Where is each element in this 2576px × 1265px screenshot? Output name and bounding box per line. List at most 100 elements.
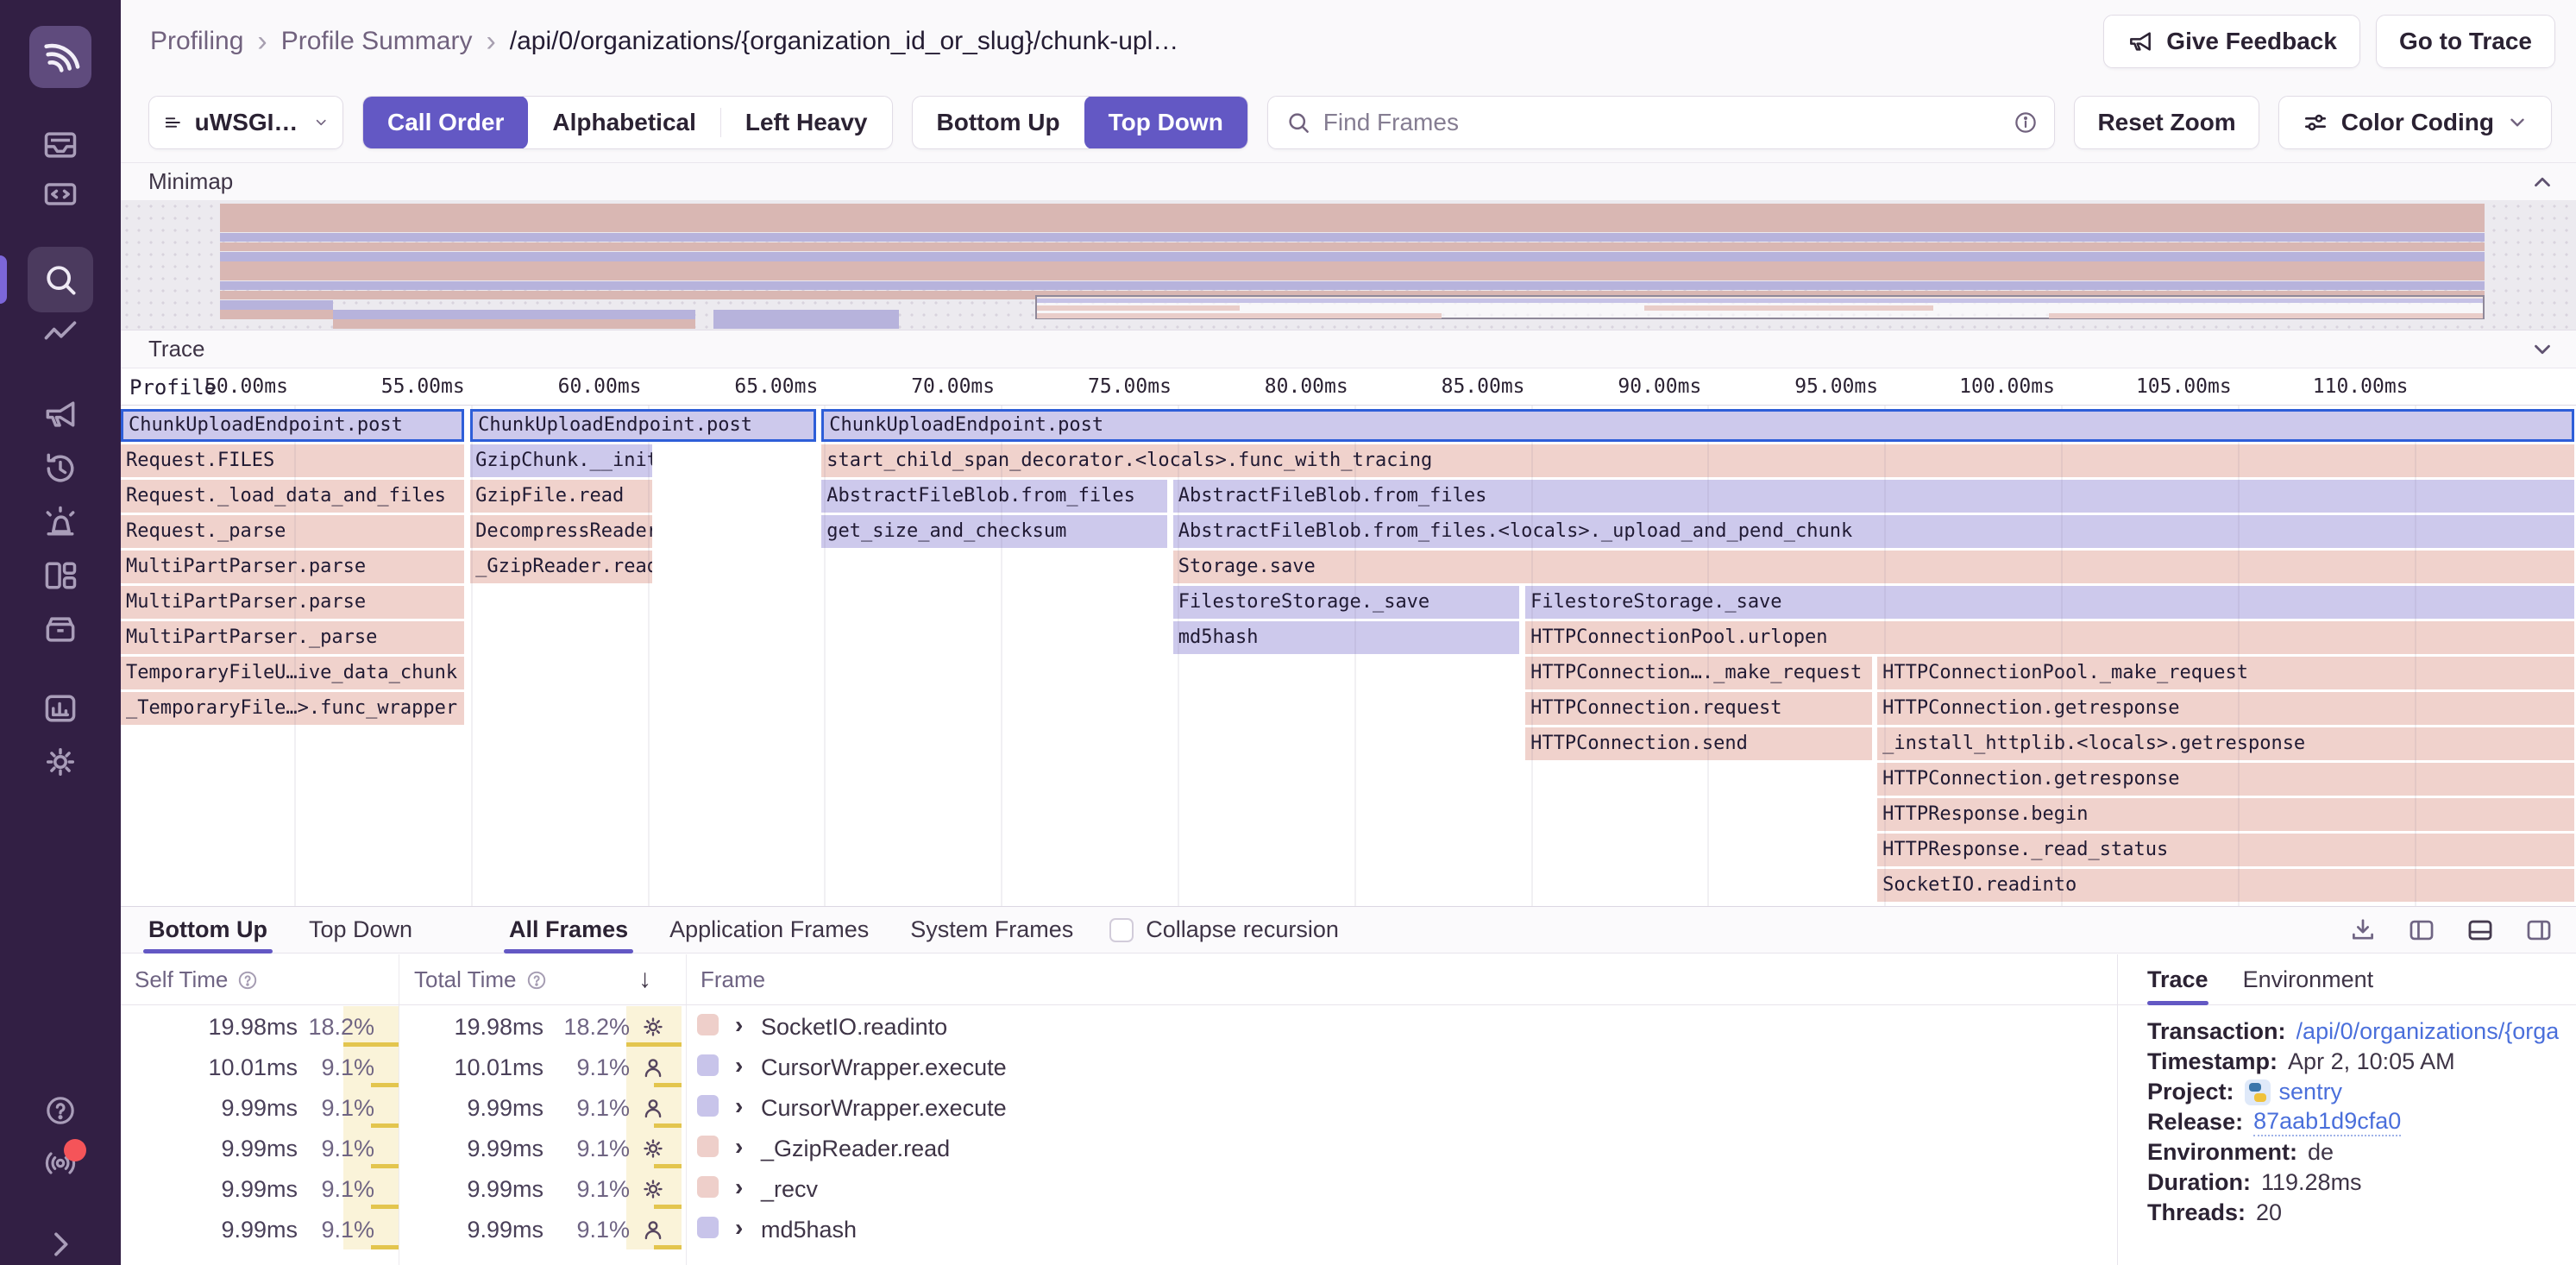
flame-frame[interactable]: ChunkUploadEndpoint.post: [821, 409, 2574, 442]
flame-frame[interactable]: HTTPConnection…._make_request: [1525, 657, 1872, 689]
flame-frame[interactable]: AbstractFileBlob.from_files: [1173, 480, 2574, 513]
sidebar-item-insights[interactable]: [28, 302, 93, 368]
flame-frame[interactable]: MultiPartParser._parse: [121, 621, 464, 654]
tab-all-frames[interactable]: All Frames: [504, 907, 633, 953]
thread-selector[interactable]: uWSGIWor…: [148, 96, 343, 149]
flame-frame[interactable]: AbstractFileBlob.from_files.<locals>._up…: [1173, 515, 2574, 548]
reset-zoom-button[interactable]: Reset Zoom: [2074, 96, 2259, 149]
expand-row-chevron-icon[interactable]: ›: [735, 1092, 743, 1120]
minimap-chart[interactable]: [121, 200, 2576, 330]
breadcrumb-profile-summary[interactable]: Profile Summary: [281, 27, 473, 56]
expand-row-chevron-icon[interactable]: ›: [735, 1214, 743, 1242]
detail-value[interactable]: 87aab1d9cfa0: [2253, 1108, 2401, 1136]
ruler-tick-label: 105.00ms: [2136, 375, 2239, 398]
sort-segmented-control: Call Order Alphabetical Left Heavy: [362, 96, 893, 149]
sidebar-expand-chevron-icon[interactable]: [28, 1212, 93, 1265]
flame-frame[interactable]: MultiPartParser.parse: [121, 551, 464, 583]
application-frame-user-icon: [640, 1054, 666, 1080]
flame-frame[interactable]: FilestoreStorage._save: [1525, 586, 2574, 619]
collapse-recursion-toggle[interactable]: Collapse recursion: [1109, 916, 1339, 943]
flame-frame[interactable]: ChunkUploadEndpoint.post: [470, 409, 816, 442]
sidebar-item-releases[interactable]: [28, 596, 93, 662]
flame-frame[interactable]: HTTPConnection.send: [1525, 727, 1872, 760]
direction-bottom-up-button[interactable]: Bottom Up: [913, 96, 1084, 149]
detail-value[interactable]: sentry: [2245, 1079, 2343, 1105]
flame-frame[interactable]: Request.FILES: [121, 444, 464, 477]
expand-row-chevron-icon[interactable]: ›: [735, 1174, 743, 1201]
collapse-minimap-chevron-up-icon[interactable]: [2529, 169, 2555, 195]
download-icon[interactable]: [2348, 916, 2378, 945]
tab-environment-details[interactable]: Environment: [2243, 954, 2374, 1005]
table-row[interactable]: 9.99ms9.1%9.99ms9.1%›_GzipReader.read: [121, 1128, 2117, 1168]
flame-frame[interactable]: GzipChunk.__init__: [470, 444, 652, 477]
flame-frame[interactable]: SocketIO.readinto: [1877, 869, 2574, 902]
flame-frame[interactable]: md5hash: [1173, 621, 1519, 654]
layout-right-panel-icon[interactable]: [2524, 916, 2554, 945]
table-row[interactable]: 9.99ms9.1%9.99ms9.1%›CursorWrapper.execu…: [121, 1087, 2117, 1128]
flame-frame[interactable]: Request._load_data_and_files: [121, 480, 464, 513]
minimap-viewport[interactable]: [1035, 295, 2485, 319]
tab-bottom-up[interactable]: Bottom Up: [143, 907, 273, 953]
expand-row-chevron-icon[interactable]: ›: [735, 1011, 743, 1039]
layout-left-panel-icon[interactable]: [2407, 916, 2436, 945]
sort-left-heavy-button[interactable]: Left Heavy: [721, 96, 892, 149]
tab-top-down[interactable]: Top Down: [304, 907, 418, 953]
info-icon[interactable]: [2013, 110, 2039, 135]
flame-frame[interactable]: HTTPResponse.begin: [1877, 798, 2574, 831]
collapse-trace-chevron-down-icon[interactable]: [2529, 337, 2555, 362]
color-coding-dropdown[interactable]: Color Coding: [2278, 96, 2552, 149]
flame-frame[interactable]: Storage.save: [1173, 551, 2574, 583]
layout-bottom-panel-icon[interactable]: [2466, 916, 2495, 945]
flame-frame[interactable]: MultiPartParser.parse: [121, 586, 464, 619]
expand-row-chevron-icon[interactable]: ›: [735, 1133, 743, 1161]
expand-row-chevron-icon[interactable]: ›: [735, 1052, 743, 1079]
search-input[interactable]: [1323, 109, 2001, 136]
sidebar-item-settings[interactable]: [28, 729, 93, 795]
flame-frame[interactable]: HTTPConnection.request: [1525, 692, 1872, 725]
flame-frame[interactable]: FilestoreStorage._save: [1173, 586, 1519, 619]
detail-field-threads: Threads:20: [2147, 1198, 2559, 1228]
flame-frame[interactable]: HTTPConnectionPool.urlopen: [1525, 621, 2574, 654]
give-feedback-button[interactable]: Give Feedback: [2103, 15, 2360, 68]
flame-frame[interactable]: AbstractFileBlob.from_files: [821, 480, 1167, 513]
direction-top-down-button[interactable]: Top Down: [1084, 96, 1247, 149]
flame-frame[interactable]: ChunkUploadEndpoint.post: [121, 409, 464, 442]
column-header-total-time[interactable]: Total Time: [414, 954, 548, 1005]
table-row[interactable]: 10.01ms9.1%10.01ms9.1%›CursorWrapper.exe…: [121, 1047, 2117, 1087]
whats-new-broadcast-icon[interactable]: [28, 1130, 93, 1196]
flame-frame[interactable]: _TemporaryFile…>.func_wrapper: [121, 692, 464, 725]
sentry-logo[interactable]: [29, 26, 91, 88]
table-row[interactable]: 19.98ms18.2%19.98ms18.2%›SocketIO.readin…: [121, 1006, 2117, 1047]
flame-frame[interactable]: Request._parse: [121, 515, 464, 548]
tab-application-frames[interactable]: Application Frames: [664, 907, 874, 953]
sort-alphabetical-button[interactable]: Alphabetical: [528, 96, 719, 149]
tab-system-frames[interactable]: System Frames: [905, 907, 1078, 953]
detail-value[interactable]: /api/0/organizations/{organ…: [2296, 1018, 2559, 1045]
flame-frame[interactable]: HTTPResponse._read_status: [1877, 834, 2574, 866]
ruler-tick-label: 90.00ms: [1618, 375, 1708, 398]
collapse-recursion-checkbox[interactable]: [1109, 918, 1134, 942]
sort-descending-icon[interactable]: ↓: [638, 965, 651, 994]
flame-frame[interactable]: TemporaryFileU…ive_data_chunk: [121, 657, 464, 689]
sidebar-item-projects[interactable]: [28, 161, 93, 227]
flame-frame[interactable]: get_size_and_checksum: [821, 515, 1167, 548]
ruler-tick-label: 55.00ms: [381, 375, 472, 398]
sort-call-order-button[interactable]: Call Order: [363, 96, 528, 149]
flame-frame[interactable]: HTTPConnection.getresponse: [1877, 763, 2574, 796]
flame-frame[interactable]: start_child_span_decorator.<locals>.func…: [821, 444, 2574, 477]
flame-frame[interactable]: GzipFile.read: [470, 480, 652, 513]
column-header-frame[interactable]: Frame: [701, 954, 765, 1005]
flame-frame[interactable]: DecompressReader.readall: [470, 515, 652, 548]
flame-frame[interactable]: HTTPConnectionPool._make_request: [1877, 657, 2574, 689]
frame-color-swatch: [697, 1136, 719, 1157]
breadcrumb-profiling[interactable]: Profiling: [150, 27, 243, 56]
flamegraph-canvas[interactable]: ChunkUploadEndpoint.postChunkUploadEndpo…: [121, 406, 2576, 906]
flame-frame[interactable]: HTTPConnection.getresponse: [1877, 692, 2574, 725]
flame-frame[interactable]: _GzipReader.read: [470, 551, 652, 583]
go-to-trace-button[interactable]: Go to Trace: [2376, 15, 2555, 68]
column-header-self-time[interactable]: Self Time: [135, 954, 259, 1005]
tab-trace-details[interactable]: Trace: [2147, 954, 2208, 1005]
flame-frame[interactable]: _install_httplib.<locals>.getresponse: [1877, 727, 2574, 760]
table-row[interactable]: 9.99ms9.1%9.99ms9.1%›md5hash: [121, 1209, 2117, 1249]
table-row[interactable]: 9.99ms9.1%9.99ms9.1%›_recv: [121, 1168, 2117, 1209]
